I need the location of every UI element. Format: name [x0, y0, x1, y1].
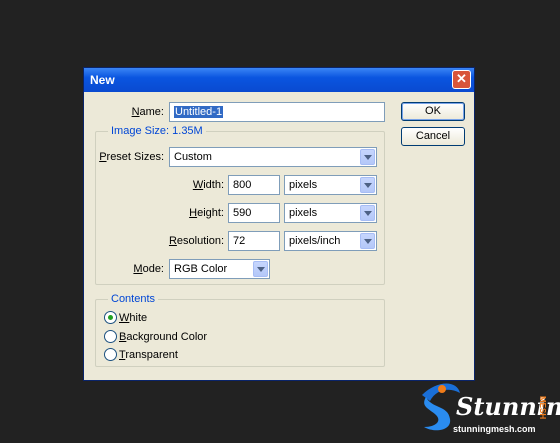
- height-input-value: 590: [233, 207, 252, 219]
- chevron-down-icon[interactable]: [360, 149, 375, 165]
- chevron-down-icon[interactable]: [360, 177, 375, 193]
- watermark-brand-suffix: MESH: [538, 396, 547, 420]
- radio-transparent[interactable]: [104, 348, 117, 361]
- radio-white-label[interactable]: White: [119, 312, 147, 324]
- width-unit-select[interactable]: pixels: [284, 175, 377, 195]
- width-input-value: 800: [233, 179, 252, 191]
- width-label: Width:: [192, 179, 224, 191]
- new-document-dialog: New ✕ Name: Untitled-1 OK Cancel Image S…: [83, 67, 475, 381]
- watermark-url: stunningmesh.com: [453, 424, 536, 434]
- name-label: Name:: [131, 106, 164, 118]
- resolution-unit-select[interactable]: pixels/inch: [284, 231, 377, 251]
- mode-select[interactable]: RGB Color: [169, 259, 270, 279]
- chevron-down-icon[interactable]: [360, 205, 375, 221]
- contents-legend: Contents: [108, 293, 159, 305]
- name-input[interactable]: Untitled-1: [169, 102, 385, 122]
- mode-value: RGB Color: [174, 263, 228, 275]
- image-size-legend: Image Size: 1.35M: [108, 125, 206, 137]
- close-button[interactable]: ✕: [452, 70, 471, 89]
- height-input[interactable]: 590: [228, 203, 280, 223]
- radio-background-color[interactable]: [104, 330, 117, 343]
- radio-background-color-label[interactable]: Background Color: [119, 331, 207, 343]
- height-unit-select[interactable]: pixels: [284, 203, 377, 223]
- preset-sizes-value: Custom: [174, 151, 212, 163]
- preset-sizes-label: Preset Sizes:: [99, 151, 164, 163]
- resolution-input-value: 72: [233, 235, 246, 247]
- radio-white[interactable]: [104, 311, 117, 324]
- resolution-input[interactable]: 72: [228, 231, 280, 251]
- resolution-label: Resolution:: [168, 235, 224, 247]
- close-icon: ✕: [456, 71, 467, 86]
- width-unit-value: pixels: [289, 179, 318, 191]
- dialog-titlebar[interactable]: New ✕: [84, 68, 474, 92]
- name-input-value: Untitled-1: [174, 106, 224, 118]
- radio-transparent-label[interactable]: Transparent: [119, 349, 178, 361]
- height-label: Height:: [189, 207, 224, 219]
- chevron-down-icon[interactable]: [253, 261, 268, 277]
- height-unit-value: pixels: [289, 207, 318, 219]
- ok-button[interactable]: OK: [401, 102, 465, 121]
- dialog-title: New: [90, 73, 115, 87]
- resolution-unit-value: pixels/inch: [289, 235, 341, 247]
- chevron-down-icon[interactable]: [360, 233, 375, 249]
- mode-label: Mode:: [133, 263, 164, 275]
- preset-sizes-select[interactable]: Custom: [169, 147, 377, 167]
- cancel-button[interactable]: Cancel: [401, 127, 465, 146]
- width-input[interactable]: 800: [228, 175, 280, 195]
